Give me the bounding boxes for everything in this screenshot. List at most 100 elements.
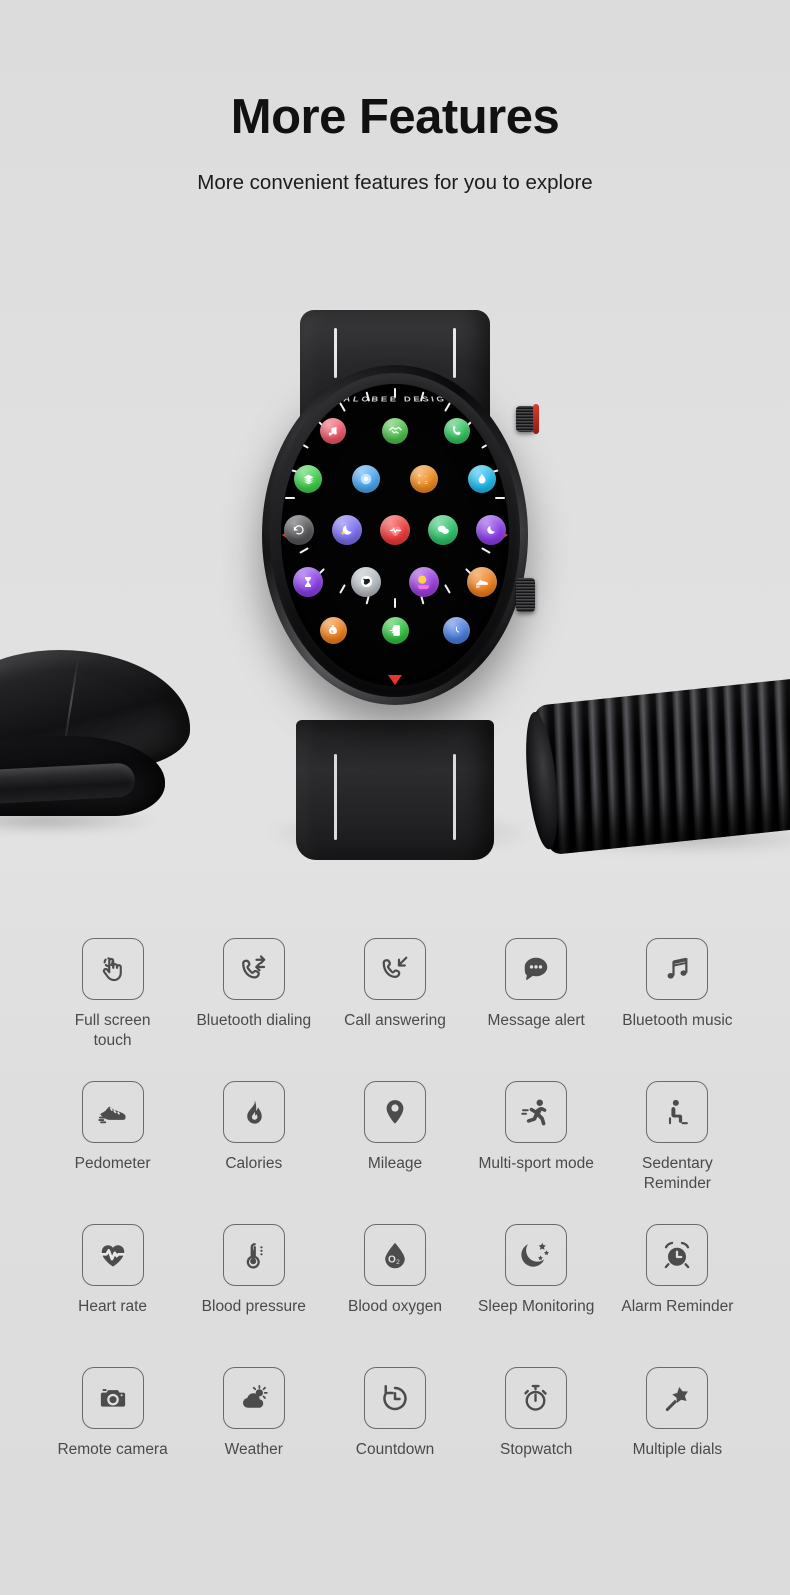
watch-app-grid[interactable]: + - × = ¥ (281, 384, 509, 686)
feature-item: Bluetooth dialing (183, 938, 324, 1081)
black-mouse-object (0, 650, 200, 832)
calories-icon (222, 1081, 285, 1143)
heart-rate-app-icon[interactable] (380, 515, 410, 546)
camera-ring-app-icon[interactable] (352, 465, 381, 494)
moon-purple-app-icon[interactable] (475, 515, 506, 546)
watch-crown-top[interactable] (516, 404, 539, 434)
feature-label: Stopwatch (500, 1441, 573, 1458)
feature-item: Sleep Monitoring (466, 1224, 607, 1367)
feature-item: Multi-sport mode (466, 1081, 607, 1224)
watch-strap-bottom (296, 720, 494, 860)
feature-label: Multiple dials (632, 1441, 723, 1458)
hourglass-app-icon[interactable] (293, 566, 324, 597)
svg-text:2: 2 (396, 1259, 400, 1266)
weather-icon (222, 1367, 285, 1429)
feature-label: Sleep Monitoring (478, 1298, 595, 1315)
feature-label: Call answering (344, 1012, 446, 1029)
feature-label: Countdown (355, 1441, 435, 1458)
feature-label: Alarm Reminder (621, 1298, 734, 1315)
feature-label: Blood pressure (201, 1298, 306, 1315)
multi-sport-mode-icon (505, 1081, 568, 1143)
feature-item: Stopwatch (466, 1367, 607, 1510)
feature-label: Bluetooth music (622, 1012, 733, 1029)
phone-app-icon[interactable] (443, 417, 470, 444)
svg-text:+: + (417, 473, 420, 479)
feature-item: Sedentary Reminder (607, 1081, 748, 1224)
world-app-icon[interactable] (351, 566, 382, 597)
feature-label: Remote camera (57, 1441, 168, 1458)
feature-item: Alarm Reminder (607, 1224, 748, 1367)
feature-label: Heart rate (78, 1298, 148, 1315)
page-header: More Features More convenient features f… (0, 90, 790, 195)
coiled-tube-shadow (545, 825, 790, 851)
watch-case: KALOBEE DESIGN + - × = ¥ (262, 365, 528, 705)
feature-item: Full screen touch (42, 938, 183, 1081)
feature-item: Bluetooth music (607, 938, 748, 1081)
feature-grid: Full screen touch Bluetooth dialing Call a… (0, 938, 790, 1510)
feature-item: Heart rate (42, 1224, 183, 1367)
refresh-app-icon[interactable] (284, 515, 315, 546)
feature-label: Calories (225, 1155, 283, 1172)
wallet-app-icon[interactable]: ¥ (319, 616, 347, 644)
handshake-app-icon[interactable] (382, 417, 408, 444)
feature-item: Multiple dials (607, 1367, 748, 1510)
message-alert-icon (505, 938, 568, 1000)
sedentary-reminder-icon (646, 1081, 709, 1143)
full-screen-touch-icon (81, 938, 144, 1000)
sleep-moon-app-icon[interactable] (332, 515, 363, 546)
blood-oxygen-icon: O2 (363, 1224, 426, 1286)
bluetooth-music-icon (646, 938, 709, 1000)
music-app-icon[interactable] (320, 417, 347, 444)
feature-item: Mileage (324, 1081, 465, 1224)
feature-item: Blood pressure (183, 1224, 324, 1367)
feature-item: Call answering (324, 938, 465, 1081)
feature-label: Message alert (487, 1012, 585, 1029)
transfer-app-icon[interactable] (381, 616, 409, 644)
svg-text:-: - (424, 473, 426, 479)
feature-label: Multi-sport mode (478, 1155, 594, 1172)
sleep-monitoring-icon (505, 1224, 568, 1286)
svg-text:×: × (417, 480, 420, 486)
feature-item: Pedometer (42, 1081, 183, 1224)
feature-item: O 2 Blood oxygen (324, 1224, 465, 1367)
feature-label: Bluetooth dialing (196, 1012, 312, 1029)
shoe-app-icon[interactable] (466, 566, 497, 597)
mileage-icon (363, 1081, 426, 1143)
pedometer-icon (81, 1081, 144, 1143)
feature-item: Countdown (324, 1367, 465, 1510)
water-drop-app-icon[interactable] (467, 465, 496, 494)
clock-app-icon[interactable] (443, 616, 471, 644)
stopwatch-icon (505, 1367, 568, 1429)
call-answering-icon (363, 938, 426, 1000)
feature-label: Mileage (367, 1155, 423, 1172)
watch-crown-bottom[interactable] (516, 578, 535, 612)
layers-app-icon[interactable] (294, 465, 323, 494)
bluetooth-dialing-icon (222, 938, 285, 1000)
svg-text:=: = (424, 480, 427, 486)
feature-label: Sedentary Reminder (642, 1155, 713, 1193)
svg-text:O: O (388, 1255, 396, 1266)
calculator-app-icon[interactable]: + - × = (409, 465, 438, 494)
feature-label: Blood oxygen (348, 1298, 442, 1315)
product-feature-page: More Features More convenient features f… (0, 0, 790, 1595)
message-app-icon[interactable] (427, 515, 458, 546)
page-subtitle: More convenient features for you to expl… (197, 171, 593, 195)
page-title: More Features (230, 90, 560, 144)
feature-item: Message alert (466, 938, 607, 1081)
gallery-app-icon[interactable] (408, 566, 439, 597)
heart-rate-icon (81, 1224, 144, 1286)
feature-item: Calories (183, 1081, 324, 1224)
countdown-icon (363, 1367, 426, 1429)
multiple-dials-icon (646, 1367, 709, 1429)
feature-label: Pedometer (74, 1155, 151, 1172)
remote-camera-icon (81, 1367, 144, 1429)
blood-pressure-icon (222, 1224, 285, 1286)
feature-label: Full screen touch (74, 1012, 151, 1050)
watch-screen[interactable]: KALOBEE DESIGN + - × = ¥ (281, 384, 509, 686)
feature-label: Weather (224, 1441, 283, 1458)
feature-item: Remote camera (42, 1367, 183, 1510)
smartwatch-product: KALOBEE DESIGN + - × = ¥ (262, 310, 539, 860)
feature-item: Weather (183, 1367, 324, 1510)
product-stage: KALOBEE DESIGN + - × = ¥ (0, 250, 790, 910)
alarm-reminder-icon (646, 1224, 709, 1286)
